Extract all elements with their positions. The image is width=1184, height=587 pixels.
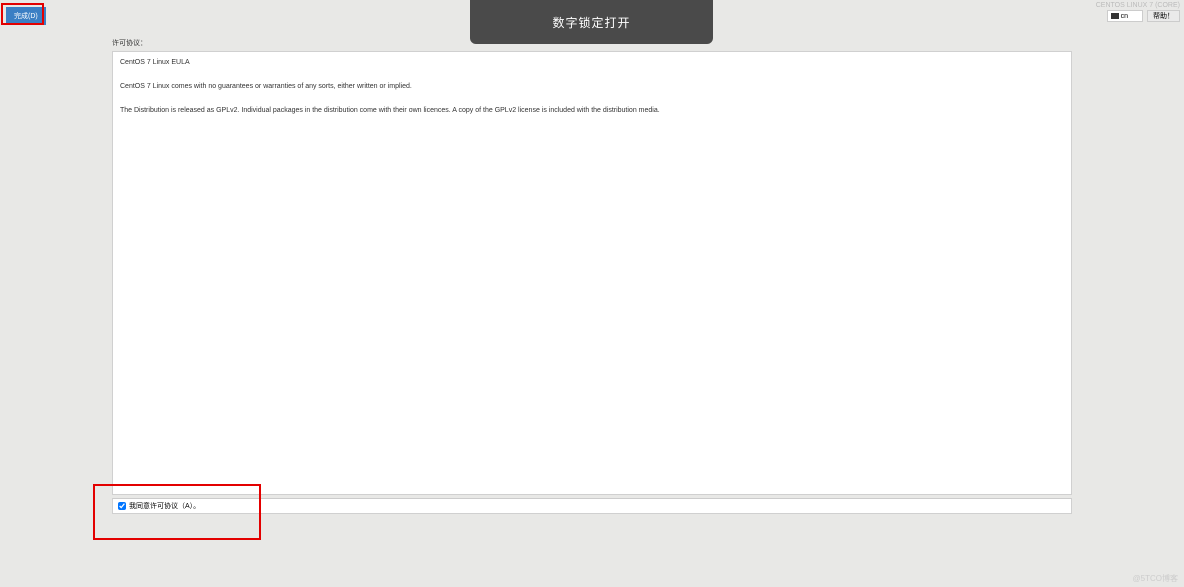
- help-button[interactable]: 帮助！: [1147, 10, 1180, 22]
- eula-paragraph-2: The Distribution is released as GPLv2. I…: [120, 106, 1064, 116]
- eula-textbox[interactable]: CentOS 7 Linux EULA CentOS 7 Linux comes…: [112, 51, 1072, 495]
- main-content: 许可协议： CentOS 7 Linux EULA CentOS 7 Linux…: [112, 38, 1072, 495]
- done-button[interactable]: 完成(D): [6, 7, 46, 25]
- license-label: 许可协议：: [112, 38, 1072, 48]
- agree-label: 我同意许可协议（A）。: [129, 501, 200, 511]
- language-selector[interactable]: cn: [1107, 10, 1143, 22]
- keyboard-icon: [1111, 13, 1119, 19]
- agree-bar: 我同意许可协议（A）。: [112, 498, 1072, 514]
- language-code: cn: [1121, 13, 1128, 20]
- lang-help-bar: cn 帮助！: [1107, 10, 1180, 22]
- eula-title: CentOS 7 Linux EULA: [120, 58, 1064, 68]
- os-info-text: CENTOS LINUX 7 (CORE): [1096, 2, 1180, 9]
- agree-checkbox[interactable]: [118, 502, 126, 510]
- watermark: @5TCO博客: [1133, 573, 1178, 584]
- eula-paragraph-1: CentOS 7 Linux comes with no guarantees …: [120, 82, 1064, 92]
